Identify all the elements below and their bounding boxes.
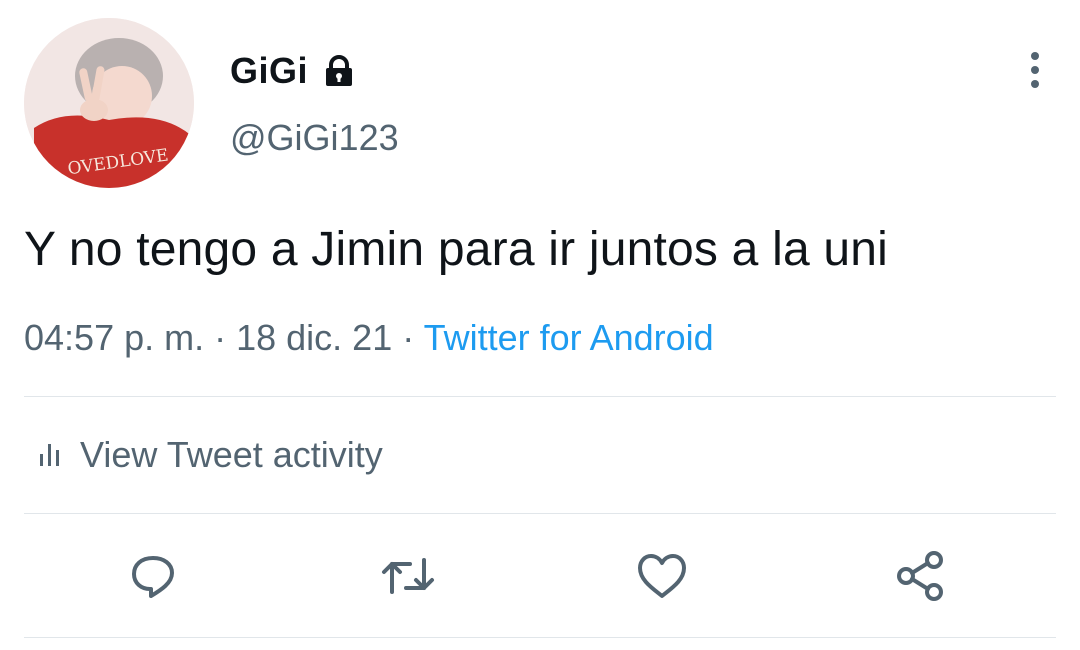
divider [24, 513, 1056, 514]
reply-button[interactable] [123, 548, 183, 608]
lock-icon [322, 55, 356, 87]
avatar[interactable]: OVEDLOVE [24, 18, 194, 188]
tweet-meta: 04:57 p. m. · 18 dic. 21 · Twitter for A… [24, 317, 714, 359]
author-display-name[interactable]: GiGi [230, 50, 308, 92]
view-tweet-activity-button[interactable]: View Tweet activity [38, 434, 383, 476]
more-dot-icon [1031, 80, 1039, 88]
like-button[interactable] [632, 548, 692, 608]
view-tweet-activity-label: View Tweet activity [80, 434, 383, 475]
tweet-source-link[interactable]: Twitter for Android [424, 317, 714, 358]
divider [24, 396, 1056, 397]
author-handle[interactable]: @GiGi123 [230, 117, 399, 159]
share-icon [894, 550, 946, 607]
tweet-timestamp[interactable]: 04:57 p. m. · 18 dic. 21 · [24, 317, 424, 358]
more-options-button[interactable] [1018, 44, 1052, 96]
like-icon [636, 552, 688, 605]
divider [24, 637, 1056, 638]
tweet-action-bar [0, 548, 1080, 608]
reply-icon [129, 552, 177, 605]
more-dot-icon [1031, 66, 1039, 74]
more-dot-icon [1031, 52, 1039, 60]
analytics-icon [38, 440, 64, 471]
share-button[interactable] [890, 548, 950, 608]
avatar-image: OVEDLOVE [24, 18, 194, 188]
retweet-button[interactable] [378, 548, 438, 608]
tweet-text: Y no tengo a Jimin para ir juntos a la u… [24, 223, 889, 276]
retweet-icon [380, 552, 436, 605]
author-name-row: GiGi [230, 50, 356, 92]
